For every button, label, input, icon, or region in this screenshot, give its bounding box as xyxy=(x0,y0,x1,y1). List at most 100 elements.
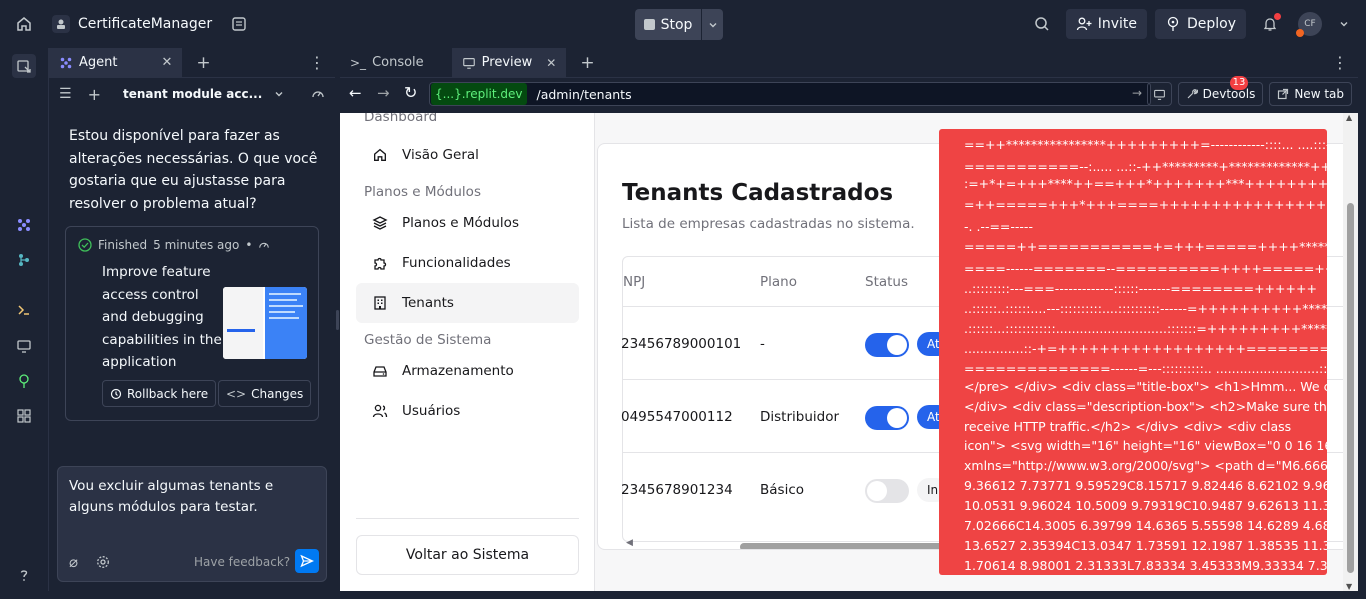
app-sidebar: Dashboard Visão Geral Planos e Módulos P… xyxy=(340,113,595,591)
check-circle-icon xyxy=(78,238,92,252)
monitor-icon[interactable] xyxy=(14,336,34,356)
scroll-thumb[interactable] xyxy=(740,543,960,549)
url-input[interactable]: {...}.replit.dev /admin/tenants → xyxy=(429,82,1151,106)
sidebar-item-features[interactable]: Funcionalidades xyxy=(356,243,579,283)
add-user-icon xyxy=(1076,17,1092,31)
tab-console[interactable]: >_ Console xyxy=(340,48,434,78)
separator-dot: • xyxy=(245,238,253,252)
sidebar-divider xyxy=(356,518,579,519)
deployments-icon[interactable] xyxy=(14,371,34,391)
settings-icon[interactable] xyxy=(96,555,110,569)
cell-plan: Distribuidor xyxy=(760,408,840,425)
attach-icon[interactable]: ⌀ xyxy=(69,553,78,571)
cell-plan: - xyxy=(760,335,765,352)
agent-icon[interactable] xyxy=(14,215,34,235)
url-path: /admin/tenants xyxy=(536,86,632,102)
back-to-system-button[interactable]: Voltar ao Sistema xyxy=(356,535,579,575)
invite-label: Invite xyxy=(1097,16,1137,32)
back-to-system-label: Voltar ao Sistema xyxy=(405,547,530,563)
changes-label: Changes xyxy=(251,386,304,401)
tab-console-label: Console xyxy=(372,55,424,70)
bell-icon[interactable] xyxy=(1258,12,1282,36)
invite-button[interactable]: Invite xyxy=(1065,9,1147,39)
preview-vertical-scrollbar[interactable]: ▲ ▼ xyxy=(1343,113,1358,591)
users-icon xyxy=(372,404,388,418)
sidebar-item-plans[interactable]: Planos e Módulos xyxy=(356,203,579,243)
preview-webview: Dashboard Visão Geral Planos e Módulos P… xyxy=(340,113,1358,591)
sidebar-item-overview[interactable]: Visão Geral xyxy=(356,135,579,175)
chat-composer[interactable]: Vou excluir algumas tenants e alguns mód… xyxy=(57,466,327,582)
apps-grid-icon[interactable] xyxy=(14,406,34,426)
checkpoint-card: Finished 5 minutes ago • Improve feature… xyxy=(65,226,319,421)
files-icon[interactable] xyxy=(230,15,248,33)
device-toggle-button[interactable] xyxy=(1146,82,1172,106)
devtools-label: Devtools xyxy=(1202,87,1256,101)
error-line: =====++===========+=+++=====++++******* xyxy=(964,239,1327,254)
status-toggle[interactable] xyxy=(865,479,909,503)
hard-drive-icon xyxy=(373,366,387,377)
sidebar-item-label: Planos e Módulos xyxy=(402,215,519,231)
forward-arrow-icon[interactable]: → xyxy=(377,84,390,102)
new-thread-icon[interactable]: + xyxy=(88,85,101,104)
back-arrow-icon[interactable]: ← xyxy=(349,84,362,102)
error-line: icon"> <svg width="16" height="16" viewB… xyxy=(964,438,1327,453)
console-icon[interactable] xyxy=(14,300,34,320)
error-line: 1.70614 8.98001 2.31333L7.83334 3.45333M… xyxy=(964,558,1327,573)
checkpoint-thumbnail[interactable] xyxy=(223,287,307,359)
sidebar-item-tenants[interactable]: Tenants xyxy=(356,283,579,323)
error-line: ====------=======--==========++++=====++… xyxy=(964,261,1327,276)
search-icon[interactable] xyxy=(1030,12,1054,36)
checkpoint-title: Improve feature access control and debug… xyxy=(102,264,222,370)
expand-icon[interactable] xyxy=(1336,16,1352,32)
close-icon[interactable]: ✕ xyxy=(161,55,172,70)
status-toggle[interactable] xyxy=(865,333,909,357)
add-tab-icon[interactable]: + xyxy=(196,53,210,73)
new-file-icon[interactable] xyxy=(12,54,36,78)
terminal-icon: >_ xyxy=(350,55,367,70)
help-icon[interactable] xyxy=(14,565,34,585)
changes-button[interactable]: <> Changes xyxy=(218,380,312,407)
tab-agent[interactable]: Agent ✕ xyxy=(49,47,183,78)
scroll-up-icon[interactable]: ▲ xyxy=(1346,113,1352,122)
deploy-label: Deploy xyxy=(1186,16,1236,32)
home-icon[interactable] xyxy=(14,14,34,34)
sidebar-item-users[interactable]: Usuários xyxy=(356,391,579,431)
deploy-button[interactable]: Deploy xyxy=(1154,9,1246,39)
app-name[interactable]: CertificateManager xyxy=(78,16,212,32)
top-right-actions: Invite Deploy CF xyxy=(1030,0,1366,48)
go-arrow-icon[interactable]: → xyxy=(1132,86,1142,100)
domain-pill[interactable]: {...}.replit.dev xyxy=(431,83,527,105)
more-options-icon[interactable]: ⋮ xyxy=(1332,53,1348,72)
add-tab-icon[interactable]: + xyxy=(580,53,594,73)
run-options-button[interactable] xyxy=(701,9,723,40)
checkpoint-header: Finished 5 minutes ago • xyxy=(78,238,270,252)
rollback-button[interactable]: Rollback here xyxy=(102,380,217,407)
scroll-thumb[interactable] xyxy=(1347,203,1354,573)
cell-plan: Básico xyxy=(760,481,805,498)
devtools-button[interactable]: Devtools 13 xyxy=(1177,76,1264,106)
feedback-link[interactable]: Have feedback? xyxy=(194,555,290,569)
status-toggle[interactable] xyxy=(865,406,909,430)
chevron-down-icon[interactable] xyxy=(274,89,284,99)
chat-input[interactable]: Vou excluir algumas tenants e alguns mód… xyxy=(69,476,319,518)
scroll-down-icon[interactable]: ▼ xyxy=(1346,582,1352,591)
agent-message: Estou disponível para fazer as alteraçõe… xyxy=(69,128,318,212)
list-icon[interactable]: ☰ xyxy=(59,86,72,102)
sidebar-item-label: Visão Geral xyxy=(402,147,479,163)
close-icon[interactable]: ✕ xyxy=(546,56,556,70)
gauge-icon[interactable] xyxy=(311,87,325,101)
git-icon[interactable] xyxy=(14,250,34,270)
avatar[interactable]: CF xyxy=(1296,12,1322,37)
more-options-icon[interactable]: ⋮ xyxy=(309,53,325,72)
send-button[interactable] xyxy=(295,549,319,573)
deploy-icon xyxy=(1167,16,1179,31)
scroll-left-icon[interactable]: ◀ xyxy=(626,538,633,548)
error-line: 10.0531 9.96024 10.5009 9.79319C10.9487 … xyxy=(964,498,1327,513)
thread-title[interactable]: tenant module acc... xyxy=(123,87,262,101)
sidebar-item-storage[interactable]: Armazenamento xyxy=(356,351,579,391)
reload-icon[interactable]: ↻ xyxy=(404,83,417,102)
stop-button[interactable]: Stop xyxy=(635,9,701,40)
tab-preview[interactable]: Preview ✕ xyxy=(451,47,567,78)
new-tab-button[interactable]: New tab xyxy=(1269,82,1352,106)
sidebar-item-label: Armazenamento xyxy=(402,363,514,379)
